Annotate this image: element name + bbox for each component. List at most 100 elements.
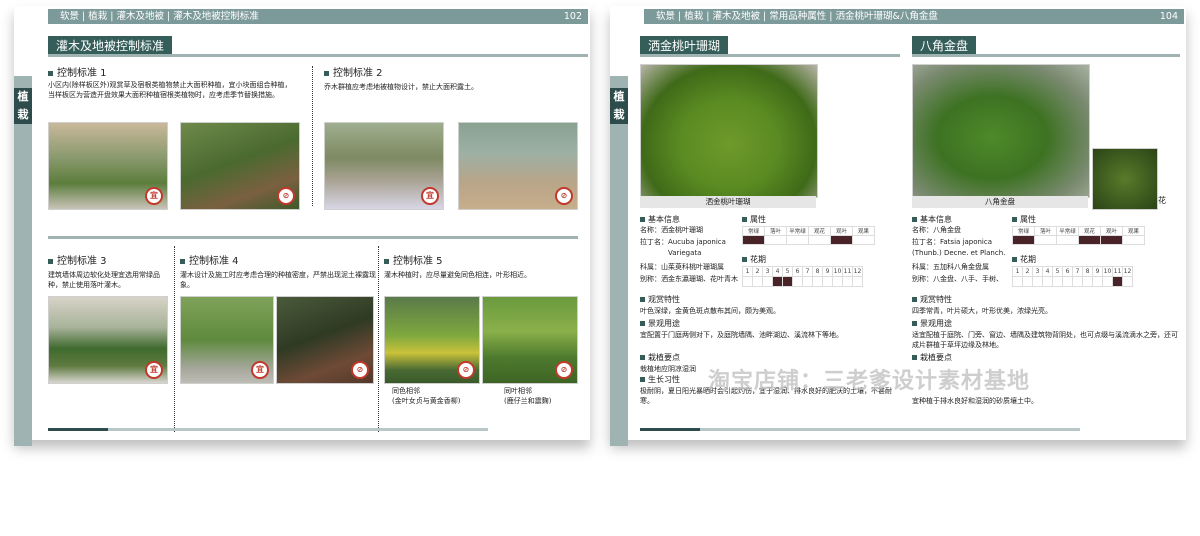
attr-flag: [1012, 235, 1035, 245]
month-label: 9: [1092, 266, 1103, 277]
std5-text: 灌木种植时，应尽量避免同色相连，叶形相近。: [384, 271, 531, 279]
plant1-use-title-text: 景观用途: [648, 319, 680, 328]
month-flag: [1062, 276, 1073, 287]
month-label: 1: [742, 266, 753, 277]
plant2-care-title: 栽植要点: [912, 352, 952, 363]
plant1-month-table: 1 2 3 4 5 6 7 8 9 10 11 12: [742, 266, 863, 287]
std3-title: 控制标准 3: [48, 252, 107, 267]
attr-label: 观花: [808, 226, 831, 236]
plant1-underline: [640, 54, 900, 57]
section-divider: [48, 236, 578, 239]
month-label: 6: [1062, 266, 1073, 277]
month-label: 8: [1082, 266, 1093, 277]
plant1-flower-title-text: 花期: [750, 255, 766, 264]
attr-flag: [830, 235, 853, 245]
month-flag: [1102, 276, 1113, 287]
square-icon: [48, 70, 53, 76]
month-flag: [812, 276, 823, 287]
plant2-title: 八角金盘: [912, 36, 977, 56]
plant1-latin1: 拉丁名：Aucuba japonica: [640, 238, 726, 246]
month-flag: [792, 276, 803, 287]
footer-bar: [640, 428, 1080, 431]
attr-flag: [852, 235, 875, 245]
std4-photo-1: 宜: [180, 296, 274, 384]
attr-label: 常绿: [1012, 226, 1035, 236]
std5-photo-2: ⊘: [482, 296, 578, 384]
page-number: 104: [1159, 11, 1178, 22]
attr-label: 观叶: [830, 226, 853, 236]
square-icon: [640, 297, 645, 302]
month-label: 3: [762, 266, 773, 277]
attr-flag: [742, 235, 765, 245]
attr-label: 观叶: [1100, 226, 1123, 236]
month-label: 7: [802, 266, 813, 277]
badge-forbidden: ⊘: [351, 361, 369, 379]
square-icon: [324, 70, 329, 76]
std5-title-text: 控制标准 5: [393, 256, 443, 267]
square-icon: [640, 377, 645, 382]
attr-label: 观花: [1078, 226, 1101, 236]
attr-flag-row: [742, 235, 875, 245]
std1-photo-1: 宜: [48, 122, 168, 210]
attr-label: 落叶: [764, 226, 787, 236]
plant1-alias: 别称：洒金东瀛珊瑚、花叶青木: [640, 275, 738, 283]
plant1-attr-table: 常绿 落叶 半常绿 观花 观叶 观果: [742, 226, 875, 245]
plant2-view-title-text: 观赏特性: [920, 295, 952, 304]
square-icon: [912, 321, 917, 326]
square-icon: [742, 217, 747, 222]
plant2-attr-title-text: 属性: [1020, 215, 1036, 224]
attr-flag: [1078, 235, 1101, 245]
attr-label: 观果: [1122, 226, 1145, 236]
page-number: 102: [563, 11, 582, 22]
plant2-name: 名称：八角金盘: [912, 226, 961, 234]
plant2-attr-table: 常绿 落叶 半常绿 观花 观叶 观果: [1012, 226, 1145, 245]
month-flag: [1112, 276, 1123, 287]
attr-flag: [808, 235, 831, 245]
plant1-use-title: 景观用途: [640, 318, 680, 329]
month-flag: [1022, 276, 1033, 287]
month-label: 3: [1032, 266, 1043, 277]
month-label: 4: [1042, 266, 1053, 277]
std1-title-text: 控制标准 1: [57, 68, 107, 79]
month-label: 10: [832, 266, 843, 277]
month-flag: [1122, 276, 1133, 287]
watermark: 淘宝店铺：三老爹设计素材基地: [708, 369, 1031, 394]
attr-flag: [1122, 235, 1145, 245]
plant2-care-title-text: 栽植要点: [920, 353, 952, 362]
badge-suitable: 宜: [421, 187, 439, 205]
attr-flag-row: [1012, 235, 1145, 245]
square-icon: [1012, 257, 1017, 262]
square-icon: [742, 257, 747, 262]
plant1-photo: [640, 64, 818, 198]
plant2-month-table: 1 2 3 4 5 6 7 8 9 10 11 12: [1012, 266, 1133, 287]
month-flag: [752, 276, 763, 287]
std2-title: 控制标准 2: [324, 64, 383, 79]
footer-bar-accent: [640, 428, 700, 431]
attr-flag: [764, 235, 787, 245]
plant2-photo: [912, 64, 1090, 198]
section-underline: [48, 54, 588, 57]
plant2-basic-title: 基本信息: [912, 214, 952, 225]
std1-title: 控制标准 1: [48, 64, 107, 79]
square-icon: [640, 217, 645, 222]
attr-label: 半常绿: [1056, 226, 1079, 236]
month-flag: [822, 276, 833, 287]
plant1-name: 名称：洒金桃叶珊瑚: [640, 226, 703, 234]
plant2-attr-title: 属性: [1012, 214, 1036, 225]
plant2-latin2: (Thunb.) Decne. et Planch.: [912, 249, 1006, 257]
plant1-basic-title-text: 基本信息: [648, 215, 680, 224]
plant1-photo-caption: 洒金桃叶珊瑚: [640, 196, 816, 208]
badge-forbidden: ⊘: [457, 361, 475, 379]
month-label: 8: [812, 266, 823, 277]
square-icon: [384, 258, 389, 264]
attr-label: 观果: [852, 226, 875, 236]
plant1-attr-title: 属性: [742, 214, 766, 225]
month-label: 4: [772, 266, 783, 277]
plant1-title: 洒金桃叶珊瑚: [640, 36, 729, 56]
badge-suitable: 宜: [145, 187, 163, 205]
month-label: 11: [1112, 266, 1123, 277]
std5-caption-2: 同叶相邻 (鹿仔兰和震麴): [504, 387, 552, 405]
square-icon: [1012, 217, 1017, 222]
footer-bar-accent: [48, 428, 108, 431]
plant1-latin2: Variegata: [668, 249, 702, 257]
